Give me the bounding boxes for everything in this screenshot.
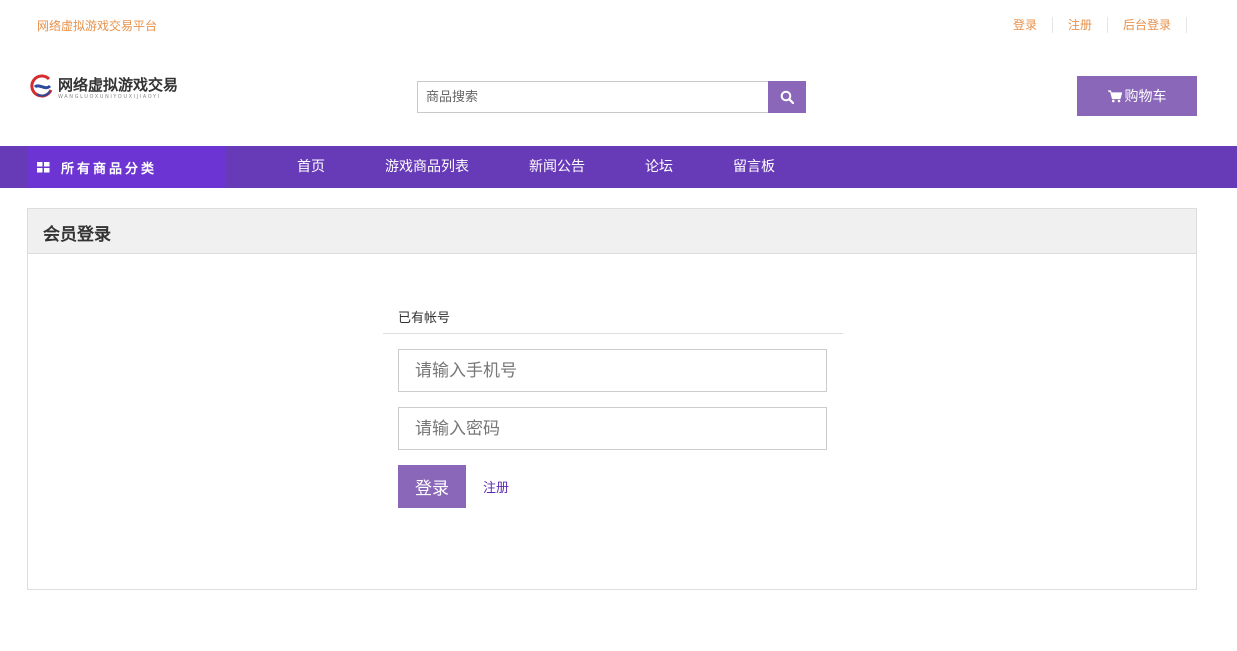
login-subtitle: 已有帐号 [398,311,451,326]
logo-subtext: WANGLUOXUNIYOUXIJIAOYI [58,94,161,100]
nav-item-guestbook[interactable]: 留言板 [703,146,805,188]
grid-icon [37,161,50,172]
login-panel-header: 会员登录 [28,209,1196,254]
top-link-login[interactable]: 登录 [998,17,1053,33]
top-links: 登录 注册 后台登录 [998,17,1187,33]
search-icon [780,90,794,104]
login-panel: 会员登录 已有帐号 登录 注册 [27,208,1197,590]
top-bar: 网络虚拟游戏交易平台 登录 注册 后台登录 [0,0,1237,50]
site-logo[interactable]: 网络虚拟游戏交易 WANGLUOXUNIYOUXIJIAOYI [29,72,189,104]
cart-button[interactable]: 购物车 [1077,76,1197,116]
cart-icon [1107,89,1122,102]
phone-input[interactable] [398,349,827,392]
logo-text: 网络虚拟游戏交易 [58,76,179,94]
register-link[interactable]: 注册 [483,477,509,496]
main-nav: 所有商品分类 首页 游戏商品列表 新闻公告 论坛 留言板 [0,146,1237,188]
search-input[interactable] [417,81,768,113]
divider [383,333,843,334]
search-button[interactable] [768,81,806,113]
logo-mark-icon [30,74,53,98]
top-link-register[interactable]: 注册 [1053,17,1108,33]
login-button[interactable]: 登录 [398,465,466,508]
all-categories-label: 所有商品分类 [61,161,158,177]
all-categories-button[interactable]: 所有商品分类 [27,146,226,188]
cart-label: 购物车 [1124,89,1167,105]
nav-item-home[interactable]: 首页 [267,146,355,188]
nav-items: 首页 游戏商品列表 新闻公告 论坛 留言板 [267,146,805,188]
nav-item-news[interactable]: 新闻公告 [499,146,615,188]
nav-item-game-products[interactable]: 游戏商品列表 [355,146,499,188]
site-name: 网络虚拟游戏交易平台 [37,19,158,33]
password-input[interactable] [398,407,827,450]
top-link-admin-login[interactable]: 后台登录 [1108,17,1187,33]
search-bar [417,81,806,113]
panel-title: 会员登录 [43,225,111,245]
nav-item-forum[interactable]: 论坛 [615,146,703,188]
